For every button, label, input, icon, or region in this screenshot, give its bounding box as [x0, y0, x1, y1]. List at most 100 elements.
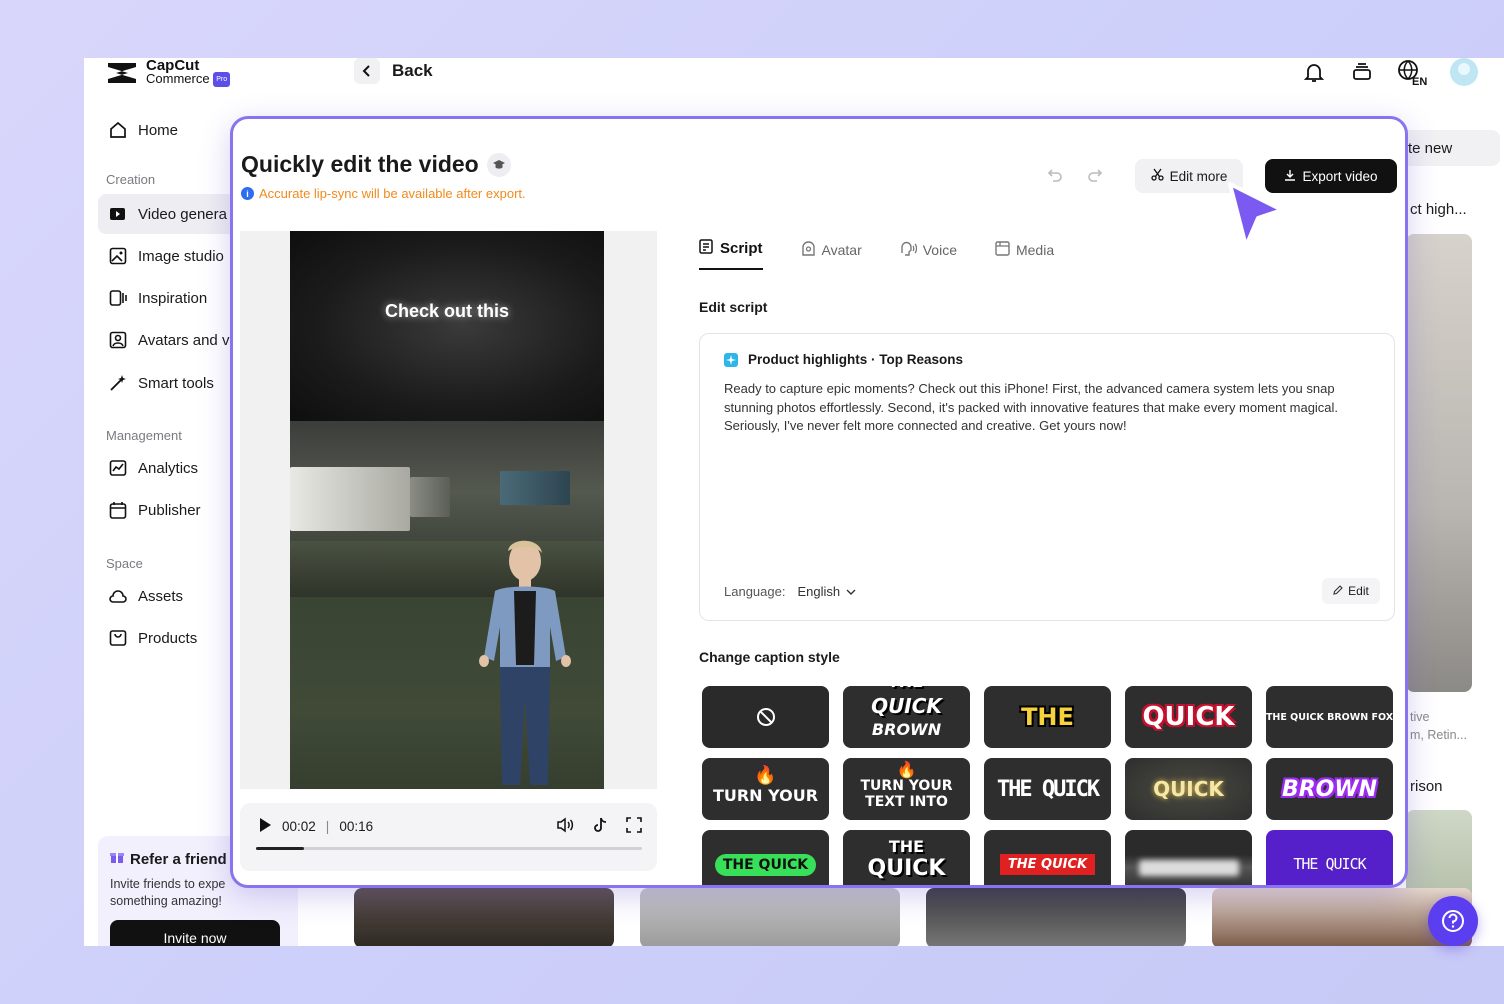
caption-style-option[interactable]: THE QUICK BROWN — [843, 686, 970, 748]
tab-label: Voice — [922, 241, 957, 258]
edit-script-heading: Edit script — [699, 299, 768, 315]
undo-icon[interactable] — [1047, 167, 1063, 188]
script-edit-button[interactable]: Edit — [1322, 578, 1380, 604]
video-segment-1: Check out this — [290, 231, 604, 421]
pointer-cursor-icon — [1228, 182, 1284, 248]
caption-style-text: QUICK — [1153, 777, 1224, 801]
script-header-title: Product highlights · Top Reasons — [748, 352, 963, 367]
caption-style-text: THE QUICK — [996, 776, 1100, 802]
section-creation: Creation — [106, 172, 156, 187]
tab-media[interactable]: Media — [995, 239, 1054, 270]
home-icon — [108, 120, 128, 140]
back-button[interactable] — [354, 58, 380, 84]
lip-sync-note: Accurate lip-sync will be available afte… — [259, 186, 526, 201]
svg-text:EN: EN — [1412, 76, 1427, 86]
caption-style-grid: THE QUICK BROWN THE QUICK THE QUICK BROW… — [702, 686, 1402, 885]
caption-style-option[interactable] — [1125, 830, 1252, 885]
pencil-icon — [1333, 584, 1343, 598]
tutorial-hat-icon[interactable] — [486, 152, 511, 177]
question-mark-icon — [1442, 910, 1464, 932]
chevron-left-icon — [362, 65, 370, 77]
caption-style-option[interactable]: BROWN — [1266, 758, 1393, 820]
sidebar-item-label: Home — [138, 121, 179, 139]
sidebar-item-label: Image studio — [138, 247, 224, 265]
playback-progress-bar[interactable] — [256, 847, 642, 850]
caption-style-option[interactable]: QUICK — [1125, 686, 1252, 748]
chevron-down-icon — [846, 584, 856, 599]
tiktok-icon[interactable] — [592, 817, 608, 836]
user-avatar[interactable] — [1450, 58, 1478, 86]
edit-more-label: Edit more — [1169, 168, 1228, 184]
bell-icon[interactable] — [1300, 58, 1328, 86]
caption-style-option[interactable]: THE QUICK — [702, 830, 829, 885]
scissors-icon — [1150, 168, 1164, 184]
edit-label: Edit — [1348, 584, 1369, 598]
caption-style-text: TURN YOUR TEXT INTO — [860, 778, 953, 810]
total-time: 00:16 — [339, 819, 374, 834]
tab-avatar[interactable]: Avatar — [801, 239, 862, 270]
create-new-button[interactable]: te new — [1402, 130, 1500, 166]
caption-style-text: THE QUICK BROWN FOX — [1266, 711, 1393, 723]
caption-style-option[interactable]: THE QUICK — [984, 758, 1111, 820]
current-time: 00:02 — [282, 819, 316, 834]
script-editor[interactable]: Product highlights · Top Reasons Ready t… — [699, 333, 1395, 621]
caption-style-option[interactable]: THE — [984, 686, 1111, 748]
caption-style-text: QUICK — [867, 856, 946, 881]
inspiration-icon — [108, 288, 128, 308]
bg-thumbnail[interactable] — [1406, 234, 1472, 692]
script-text[interactable]: Ready to capture epic moments? Check out… — [724, 380, 1374, 436]
capcut-logo[interactable]: CapCut Commerce Pro — [106, 58, 231, 88]
video-caption-text: Check out this — [384, 301, 509, 321]
bg-thumbnail[interactable] — [354, 888, 614, 946]
sidebar-item-label: Publisher — [138, 501, 201, 519]
caption-style-option[interactable]: 🔥 TURN YOUR TEXT INTO — [843, 758, 970, 820]
video-preview[interactable]: Check out this — [240, 231, 657, 789]
redo-icon[interactable] — [1087, 167, 1103, 188]
refer-title: Refer a friend — [130, 850, 227, 868]
caption-style-option[interactable]: THE QUICK — [843, 830, 970, 885]
sidebar-item-label: Video genera — [138, 205, 227, 223]
caption-style-option[interactable]: THE QUICK — [984, 830, 1111, 885]
volume-icon[interactable] — [556, 817, 574, 836]
voice-icon — [900, 241, 917, 259]
analytics-icon — [108, 458, 128, 478]
caption-style-option[interactable]: 🔥 TURN YOUR — [702, 758, 829, 820]
bg-thumbnail[interactable] — [640, 888, 900, 946]
back-label[interactable]: Back — [392, 61, 433, 81]
avatar-presenter-figure — [479, 540, 571, 785]
caption-style-blur-preview — [1138, 860, 1239, 876]
caption-style-option[interactable]: QUICK — [1125, 758, 1252, 820]
bg-title-product: ct high... — [1410, 201, 1467, 218]
help-button[interactable] — [1428, 896, 1478, 946]
language-select[interactable]: English — [797, 584, 856, 599]
caption-style-text: THE — [1021, 703, 1074, 731]
cloud-icon — [108, 586, 128, 606]
caption-style-none[interactable] — [702, 686, 829, 748]
avatar-tab-icon — [801, 240, 816, 259]
caption-style-option[interactable]: THE QUICK — [1266, 830, 1393, 885]
sidebar-item-label: Assets — [138, 587, 184, 605]
sidebar-item-label: Smart tools — [138, 374, 214, 392]
tab-label: Media — [1015, 241, 1055, 258]
fullscreen-icon[interactable] — [626, 817, 642, 836]
invite-now-button[interactable]: Invite now — [110, 920, 280, 946]
bg-thumbnail[interactable] — [926, 888, 1186, 946]
caption-style-text: BROWN — [1281, 776, 1378, 802]
top-bar: CapCut Commerce Pro Back EN — [84, 58, 1504, 92]
globe-language-icon[interactable]: EN — [1396, 58, 1430, 86]
caption-style-option[interactable]: THE QUICK BROWN FOX — [1266, 686, 1393, 748]
sidebar-item-label: Products — [138, 629, 198, 647]
sidebar-item-label: Inspiration — [138, 289, 208, 307]
product-box-icon — [108, 628, 128, 648]
tab-voice[interactable]: Voice — [900, 239, 957, 270]
logo-subtitle: Commerce — [146, 70, 210, 86]
stack-icon[interactable] — [1348, 58, 1376, 86]
caption-style-text: TURN YOUR — [712, 786, 819, 805]
bg-title-comparison: rison — [1410, 778, 1443, 795]
play-icon[interactable] — [258, 817, 272, 836]
sparkle-icon — [724, 352, 738, 367]
capcut-logo-icon — [108, 63, 136, 83]
avatar-icon — [108, 330, 128, 350]
player-controls: 00:02 | 00:16 — [240, 803, 657, 871]
tab-script[interactable]: Script — [699, 239, 763, 270]
